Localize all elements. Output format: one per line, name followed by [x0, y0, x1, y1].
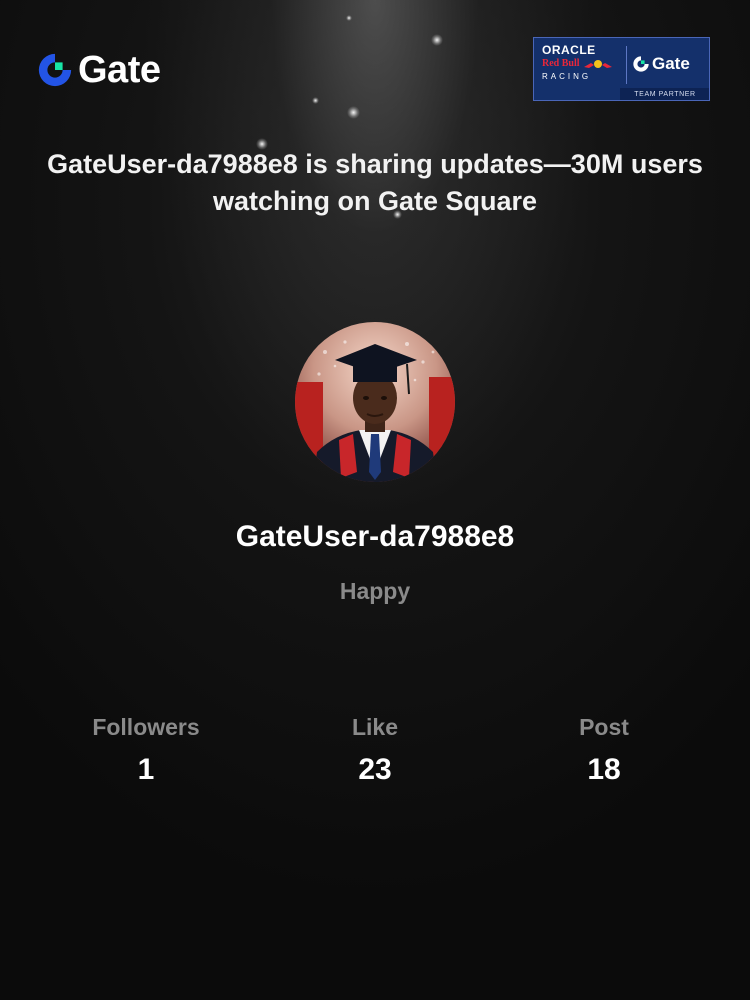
racing-text: RACING — [542, 72, 592, 81]
stat-value: 23 — [358, 753, 392, 786]
red-bull-icon — [583, 60, 612, 68]
gate-logo-icon — [633, 56, 649, 72]
red-bull-row: Red Bull — [542, 58, 620, 70]
sparkle-decoration — [346, 15, 352, 21]
team-partner-tag: TEAM PARTNER — [620, 88, 709, 100]
stat-post: Post 18 — [504, 710, 704, 792]
oracle-red-bull-racing-logo: ORACLE Red Bull RACING — [542, 44, 620, 86]
team-partner-badge: ORACLE Red Bull RACING Gate TEAM PARTNER — [533, 37, 710, 101]
stat-value: 18 — [587, 753, 621, 786]
stat-label: Like — [351, 714, 399, 740]
sparkle-decoration — [312, 97, 319, 104]
username: GateUser-da7988e8 — [235, 520, 515, 553]
sparkle-decoration — [347, 106, 360, 119]
avatar — [295, 322, 455, 482]
partner-gate-logo: Gate — [632, 54, 690, 74]
badge-divider — [626, 46, 627, 84]
oracle-text: ORACLE — [542, 43, 596, 57]
gate-logo: Gate — [36, 49, 161, 91]
red-bull-text: Red Bull — [542, 58, 580, 69]
stat-label: Followers — [92, 714, 200, 740]
brand-name: Gate — [78, 49, 161, 91]
sparkle-decoration — [431, 34, 443, 46]
stat-label: Post — [579, 714, 629, 740]
share-card: Gate ORACLE Red Bull RACING Gate TEAM PA… — [0, 0, 750, 1000]
share-headline: GateUser-da7988e8 is sharing updates—30M… — [47, 149, 703, 216]
stat-value: 1 — [137, 753, 155, 786]
partner-gate-text: Gate — [652, 54, 690, 73]
profile-photo — [295, 322, 455, 482]
profile-bio: Happy — [339, 578, 411, 604]
stat-followers: Followers 1 — [46, 710, 246, 792]
gate-logo-icon — [38, 53, 72, 87]
stat-like: Like 23 — [275, 710, 475, 792]
